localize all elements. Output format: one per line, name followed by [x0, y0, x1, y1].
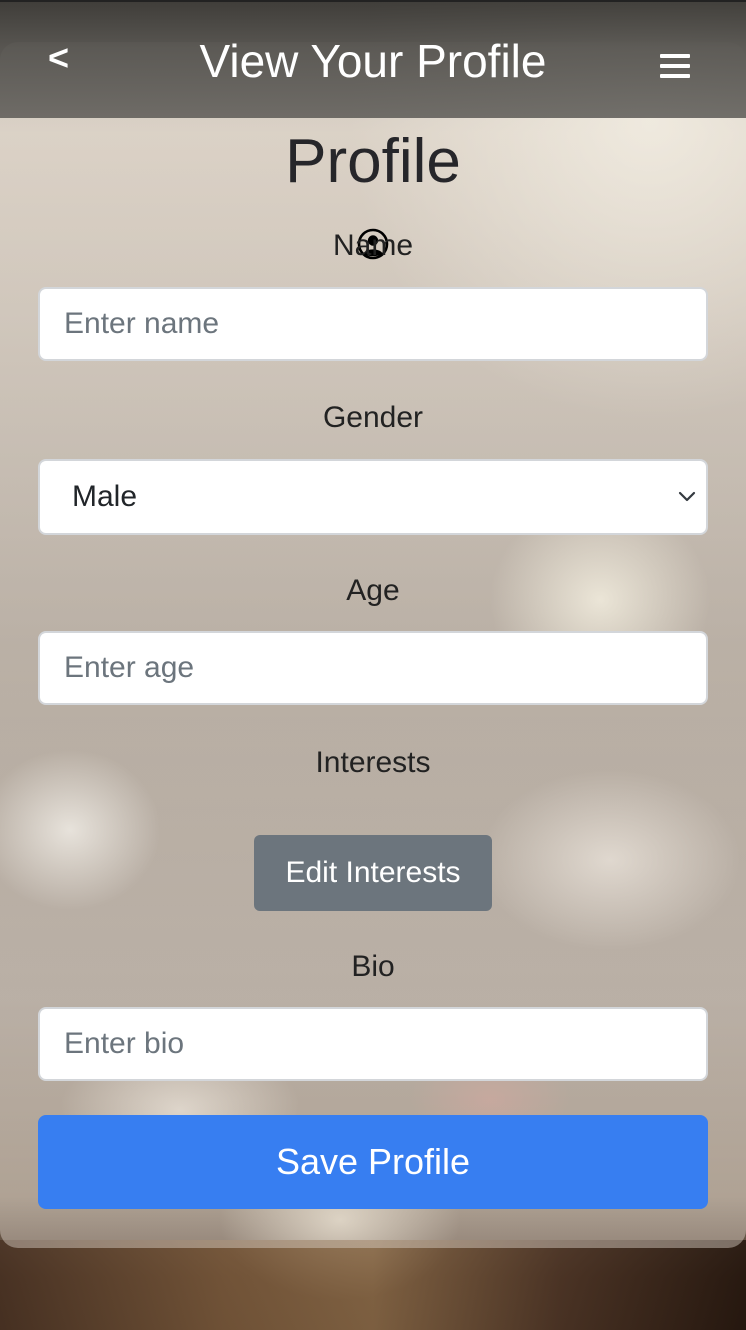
age-label: Age — [346, 574, 400, 607]
gender-label: Gender — [322, 401, 424, 434]
hamburger-menu-icon[interactable] — [660, 54, 690, 78]
chevron-down-icon — [678, 491, 696, 502]
name-label: Name — [332, 229, 414, 262]
save-profile-button[interactable]: Save Profile — [38, 1115, 708, 1209]
top-nav-bar: < View Your Profile — [0, 0, 746, 118]
age-input[interactable] — [38, 631, 708, 705]
interests-label: Interests — [315, 746, 431, 779]
profile-card: Profile Name Gender Male Age Interests E… — [0, 42, 746, 1248]
name-input[interactable] — [38, 287, 708, 361]
gender-select-value: Male — [72, 480, 138, 513]
page-heading: Profile — [285, 127, 461, 196]
edit-interests-button[interactable]: Edit Interests — [254, 835, 492, 911]
gender-select[interactable]: Male — [38, 459, 708, 535]
app-title: View Your Profile — [199, 35, 547, 87]
bio-input[interactable] — [38, 1007, 708, 1081]
background-bokeh — [0, 1240, 746, 1330]
bio-label: Bio — [351, 950, 395, 983]
